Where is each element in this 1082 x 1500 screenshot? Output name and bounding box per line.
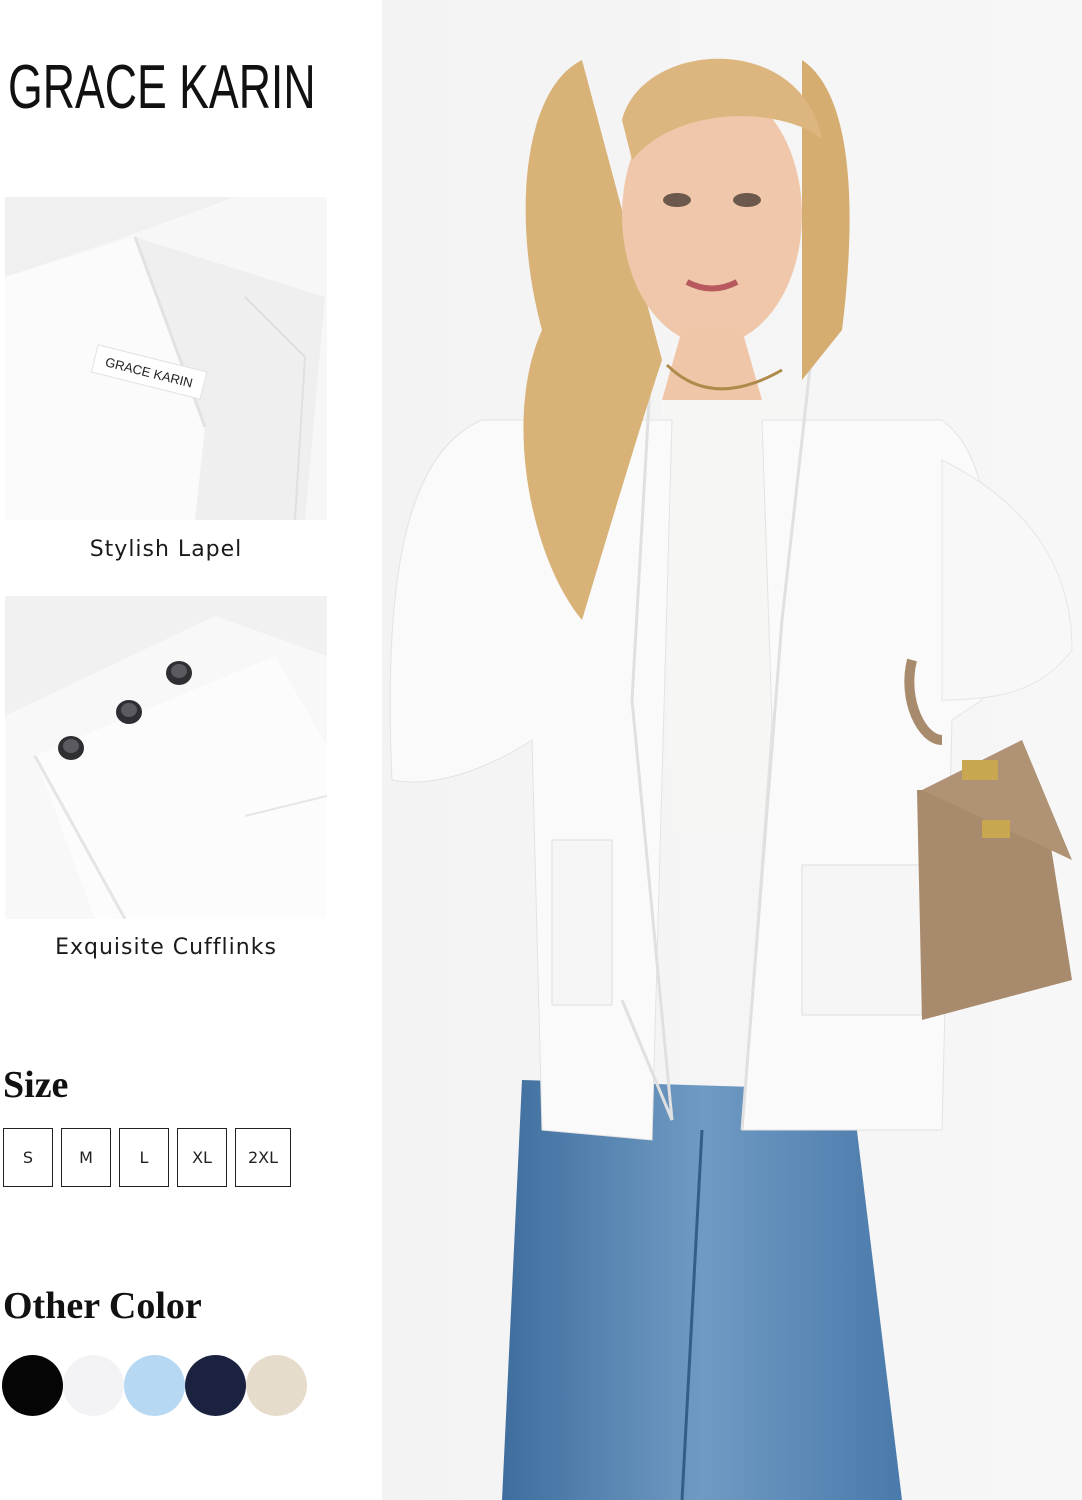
color-swatch-navy[interactable] [185, 1355, 246, 1416]
cufflinks-caption: Exquisite Cufflinks [55, 935, 277, 960]
color-swatch-black[interactable] [2, 1355, 63, 1416]
size-heading: Size [3, 1064, 69, 1106]
left-panel: GRACE KARIN GRACE KARIN Stylish Lapel Ex… [0, 0, 382, 1500]
lapel-detail-photo: GRACE KARIN [5, 197, 327, 520]
size-option-2xl[interactable]: 2XL [235, 1128, 291, 1187]
size-option-m[interactable]: M [61, 1128, 111, 1187]
model-photo [382, 0, 1082, 1500]
color-swatches [2, 1355, 307, 1416]
size-option-l[interactable]: L [119, 1128, 169, 1187]
size-option-xl[interactable]: XL [177, 1128, 227, 1187]
size-option-s[interactable]: S [3, 1128, 53, 1187]
other-color-heading: Other Color [3, 1285, 202, 1327]
color-swatch-beige[interactable] [246, 1355, 307, 1416]
color-swatch-white[interactable] [63, 1355, 124, 1416]
size-options: S M L XL 2XL [3, 1128, 299, 1187]
cufflinks-detail-photo [5, 596, 327, 919]
lapel-caption: Stylish Lapel [89, 537, 243, 562]
brand-logo: GRACE KARIN [8, 53, 316, 122]
color-swatch-light-blue[interactable] [124, 1355, 185, 1416]
